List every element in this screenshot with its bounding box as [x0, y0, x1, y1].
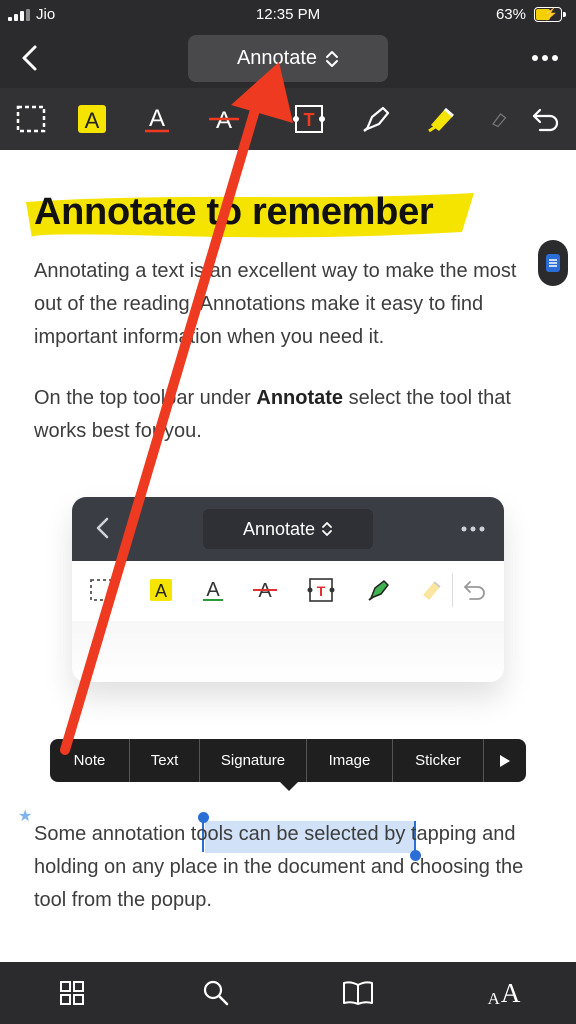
paragraph-intro: Annotating a text is an excellent way to…: [34, 260, 517, 348]
highlight-text-icon: A: [146, 575, 176, 605]
chevron-left-icon: [96, 517, 109, 539]
grid-icon: [60, 981, 84, 1005]
font-size-icon: AA: [487, 977, 521, 1008]
more-button[interactable]: [528, 48, 562, 68]
clock: 12:35 PM: [255, 6, 321, 23]
toolbar-divider: [452, 573, 453, 607]
undo-icon: [532, 108, 559, 132]
more-horizontal-icon: [461, 526, 485, 532]
pages-button[interactable]: [55, 976, 89, 1010]
nav-bar: Annotate: [0, 30, 576, 88]
popup-item-sticker[interactable]: Sticker: [393, 739, 484, 782]
selected-text[interactable]: tools can be selected: [191, 823, 379, 845]
pen-icon: [364, 575, 394, 605]
tool-highlighter[interactable]: [424, 101, 460, 137]
svg-text:A: A: [85, 108, 100, 133]
tool-selection[interactable]: [13, 101, 49, 137]
underline-text-icon: A: [145, 105, 169, 133]
battery-icon: ⚡: [534, 7, 566, 22]
embedded-toolbar-screenshot: Annotate A A A T: [72, 497, 504, 682]
chevron-updown-icon: [322, 522, 332, 536]
search-icon: [203, 980, 229, 1006]
undo-icon: [460, 575, 490, 605]
tool-strikethrough[interactable]: A: [206, 101, 242, 137]
svg-text:T: T: [317, 583, 326, 599]
text-box-icon: T: [293, 105, 325, 133]
svg-text:T: T: [304, 110, 315, 130]
underline-text-icon: A: [198, 575, 228, 605]
bookmarks-button[interactable]: [341, 976, 375, 1010]
svg-text:A: A: [206, 579, 220, 601]
popup-item-note[interactable]: Note: [50, 739, 130, 782]
popup-item-text[interactable]: Text: [130, 739, 200, 782]
tool-eraser[interactable]: [488, 101, 508, 137]
highlighter-icon: [428, 107, 454, 133]
strikethrough-text-icon: A: [250, 575, 280, 605]
highlighter-icon: [416, 575, 446, 605]
outline-tab[interactable]: [538, 240, 568, 286]
note-star-icon[interactable]: ★: [18, 806, 32, 826]
mode-selector[interactable]: Annotate: [188, 35, 388, 82]
popup-pointer: [279, 781, 299, 791]
svg-text:A: A: [216, 107, 232, 134]
bottom-bar: AA: [0, 962, 576, 1024]
more-horizontal-icon: [532, 55, 558, 61]
search-button[interactable]: [199, 976, 233, 1010]
eraser-icon: [492, 113, 507, 128]
pen-icon: [363, 106, 390, 132]
undo-button[interactable]: [528, 101, 564, 137]
tool-pen[interactable]: [359, 101, 395, 137]
annotation-toolbar: A A A T: [0, 88, 576, 150]
selection-rect-icon: [86, 575, 116, 605]
popup-item-signature[interactable]: Signature: [200, 739, 307, 782]
book-icon: [343, 981, 373, 1005]
tool-underline[interactable]: A: [139, 101, 175, 137]
list-icon: [546, 254, 560, 272]
bold-annotate-term: Annotate: [256, 387, 344, 409]
strikethrough-text-icon: A: [209, 107, 239, 134]
back-button[interactable]: [12, 40, 48, 76]
page-heading: Annotate to remember: [34, 191, 434, 233]
popup-item-image[interactable]: Image: [307, 739, 393, 782]
paragraph-toolbar: On the top toolbar under Annotate select…: [34, 387, 511, 442]
chevron-updown-icon: [326, 50, 339, 67]
tool-highlight-text[interactable]: A: [74, 101, 110, 137]
highlight-text-icon: A: [78, 105, 106, 133]
popup-more-button[interactable]: [484, 739, 526, 782]
selection-rect-icon: [16, 105, 46, 133]
mode-title: Annotate: [236, 47, 318, 69]
annotation-popup-menu: Note Text Signature Image Sticker: [50, 739, 526, 782]
font-size-button[interactable]: AA: [484, 976, 524, 1010]
embedded-mode-title: Annotate: [203, 509, 373, 549]
battery-percent: 63%: [495, 6, 526, 23]
play-right-icon: [500, 754, 510, 767]
status-bar: Jio 12:35 PM 63% ⚡: [0, 0, 576, 30]
svg-text:A: A: [149, 105, 165, 132]
text-box-icon: T: [306, 575, 336, 605]
svg-text:A: A: [155, 581, 167, 601]
paragraph-popup: Some annotation tools can be selected by…: [34, 823, 524, 911]
chevron-left-icon: [22, 45, 37, 71]
tool-text-box[interactable]: T: [291, 101, 327, 137]
